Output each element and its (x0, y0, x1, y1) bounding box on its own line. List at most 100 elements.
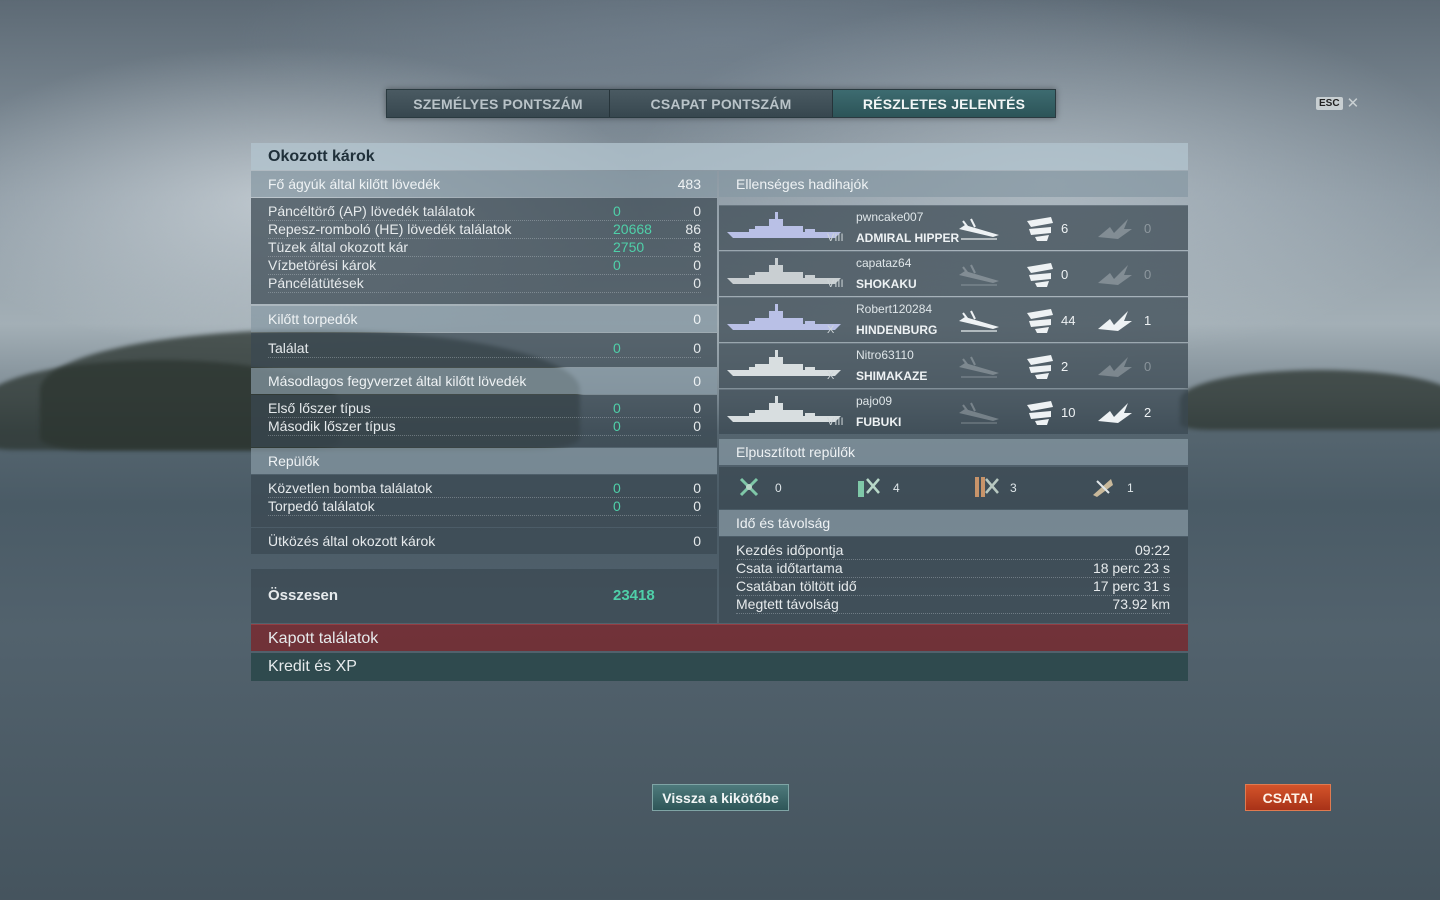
table-row: Csatában töltött idő 17 perc 31 s (736, 577, 1170, 596)
ship-destroyed-icon (959, 264, 999, 286)
hits-icon (1027, 263, 1053, 287)
time-header: Idő és távolság (719, 510, 1188, 536)
plane-count: 0 (775, 481, 782, 495)
torpedoes-header: Kilőtt torpedók 0 (251, 306, 717, 332)
critical-hits-icon (1098, 265, 1132, 285)
ship-destroyed-icon (959, 402, 999, 424)
row-damage: 0 (613, 340, 621, 356)
enemy-ship-row: VIII capataz64 SHOKAKU 0 0 (719, 251, 1188, 296)
table-row: Tüzek által okozott kár 2750 8 (268, 238, 701, 257)
esc-close-button[interactable]: ESC ✕ (1316, 94, 1359, 112)
dive-bomber-icon (975, 477, 999, 497)
time-rows: Kezdés időpontja 09:22 Csata időtartama … (719, 537, 1188, 623)
table-row: Páncéltörő (AP) lövedék találatok 0 0 (268, 202, 701, 221)
plane-count: 3 (1010, 481, 1017, 495)
time-title: Idő és távolság (736, 515, 831, 531)
table-row: Torpedó találatok 0 0 (268, 497, 701, 516)
row-damage: 0 (613, 418, 621, 434)
critical-hits-count: 0 (1144, 221, 1152, 236)
table-row: Páncélátütések 0 (268, 274, 701, 293)
player-name: pajo09 (856, 394, 893, 408)
torpedoes-label: Kilőtt torpedók (268, 311, 358, 327)
back-to-port-button[interactable]: Vissza a kikötőbe (652, 784, 789, 811)
row-damage: 2750 (613, 239, 645, 255)
row-label: Repesz-romboló (HE) lövedék találatok (268, 221, 512, 237)
table-row: Kezdés időpontja 09:22 (736, 541, 1170, 560)
enemy-ships-title: Ellenséges hadihajók (736, 176, 869, 192)
damage-breakdown: Fő ágyúk által kilőtt lövedék 483 Páncél… (251, 171, 717, 623)
player-name: capataz64 (856, 256, 912, 270)
row-value: 0 (693, 418, 701, 434)
ship-tier: VIII (827, 232, 844, 244)
secondary-rows: Első lőszer típus 0 0 Második lőszer típ… (251, 395, 717, 447)
row-value: 17 perc 31 s (1092, 578, 1170, 594)
ship-tier: VIII (827, 278, 844, 290)
row-label: Páncélátütések (268, 275, 364, 291)
row-label: Közvetlen bomba találatok (268, 480, 433, 496)
ship-destroyed-icon (959, 310, 999, 332)
credits-xp-section[interactable]: Kredit és XP (251, 653, 1188, 681)
row-value: 09:22 (1134, 542, 1170, 558)
report-tabs: SZEMÉLYES PONTSZÁM CSAPAT PONTSZÁM RÉSZL… (386, 89, 1056, 118)
row-label: Tüzek által okozott kár (268, 239, 409, 255)
hits-count: 0 (1061, 267, 1069, 282)
plane-count: 1 (1127, 481, 1134, 495)
secondary-header: Másodlagos fegyverzet által kilőtt löved… (251, 368, 717, 394)
hits-count: 10 (1061, 405, 1076, 420)
tab-personal-score[interactable]: SZEMÉLYES PONTSZÁM (387, 90, 610, 117)
main-guns-header: Fő ágyúk által kilőtt lövedék 483 (251, 171, 717, 197)
row-value: 0 (693, 257, 701, 273)
main-guns-rows: Páncéltörő (AP) lövedék találatok 0 0 Re… (251, 198, 717, 304)
row-label: Páncéltörő (AP) lövedék találatok (268, 203, 475, 219)
spotter-plane-icon (1093, 479, 1113, 497)
row-value: 0 (693, 340, 701, 356)
main-guns-label: Fő ágyúk által kilőtt lövedék (268, 176, 440, 192)
aircraft-header: Repülők (251, 448, 717, 474)
critical-hits-icon (1098, 357, 1132, 377)
row-value: 73.92 km (1112, 596, 1170, 612)
row-value: 0 (693, 480, 701, 496)
critical-hits-count: 0 (1144, 267, 1152, 282)
tab-detailed-report[interactable]: RÉSZLETES JELENTÉS (833, 90, 1055, 117)
main-guns-value: 483 (677, 176, 701, 192)
row-label: Kezdés időpontja (736, 542, 844, 558)
hits-icon (1027, 401, 1053, 425)
row-damage: 0 (613, 480, 621, 496)
tab-team-score[interactable]: CSAPAT PONTSZÁM (610, 90, 833, 117)
ship-tier: VIII (827, 416, 844, 428)
row-label: Megtett távolság (736, 596, 839, 612)
player-name: pwncake007 (856, 210, 924, 224)
secondary-value: 0 (693, 373, 701, 389)
planes-header: Elpusztított repülők (719, 439, 1188, 465)
esc-key-label: ESC (1316, 96, 1343, 110)
table-row: Repesz-romboló (HE) lövedék találatok 20… (268, 220, 701, 239)
row-damage: 20668 (613, 221, 652, 237)
row-value: 0 (693, 498, 701, 514)
hits-icon (1027, 355, 1053, 379)
background-island-right (1180, 370, 1440, 430)
ramming-value: 0 (693, 533, 701, 549)
enemy-ships-header: Ellenséges hadihajók (719, 171, 1188, 197)
received-hits-section[interactable]: Kapott találatok (251, 624, 1188, 651)
row-label: Első lőszer típus (268, 400, 371, 416)
critical-hits-icon (1098, 219, 1132, 239)
aircraft-rows: Közvetlen bomba találatok 0 0 Torpedó ta… (251, 475, 717, 527)
ship-destroyed-icon (959, 218, 999, 240)
table-row: Második lőszer típus 0 0 (268, 417, 701, 436)
row-label: Második lőszer típus (268, 418, 396, 434)
row-value: 0 (693, 203, 701, 219)
torpedoes-rows: Találat 0 0 (251, 333, 717, 367)
ship-name: FUBUKI (856, 415, 902, 429)
table-row: Közvetlen bomba találatok 0 0 (268, 479, 701, 498)
battle-button[interactable]: CSATA! (1245, 784, 1331, 811)
hits-icon (1027, 217, 1053, 241)
table-row: Első lőszer típus 0 0 (268, 399, 701, 418)
total-label: Összesen (268, 587, 339, 604)
enemy-ship-row: VIII pwncake007 ADMIRAL HIPPER 6 0 (719, 205, 1188, 250)
hits-icon (1027, 309, 1053, 333)
torpedo-bomber-icon (858, 478, 880, 497)
ship-tier: X (827, 324, 835, 336)
table-row: Ütközés által okozott károk 0 (268, 532, 701, 550)
critical-hits-count: 1 (1144, 313, 1152, 328)
table-row: Csata időtartama 18 perc 23 s (736, 559, 1170, 578)
